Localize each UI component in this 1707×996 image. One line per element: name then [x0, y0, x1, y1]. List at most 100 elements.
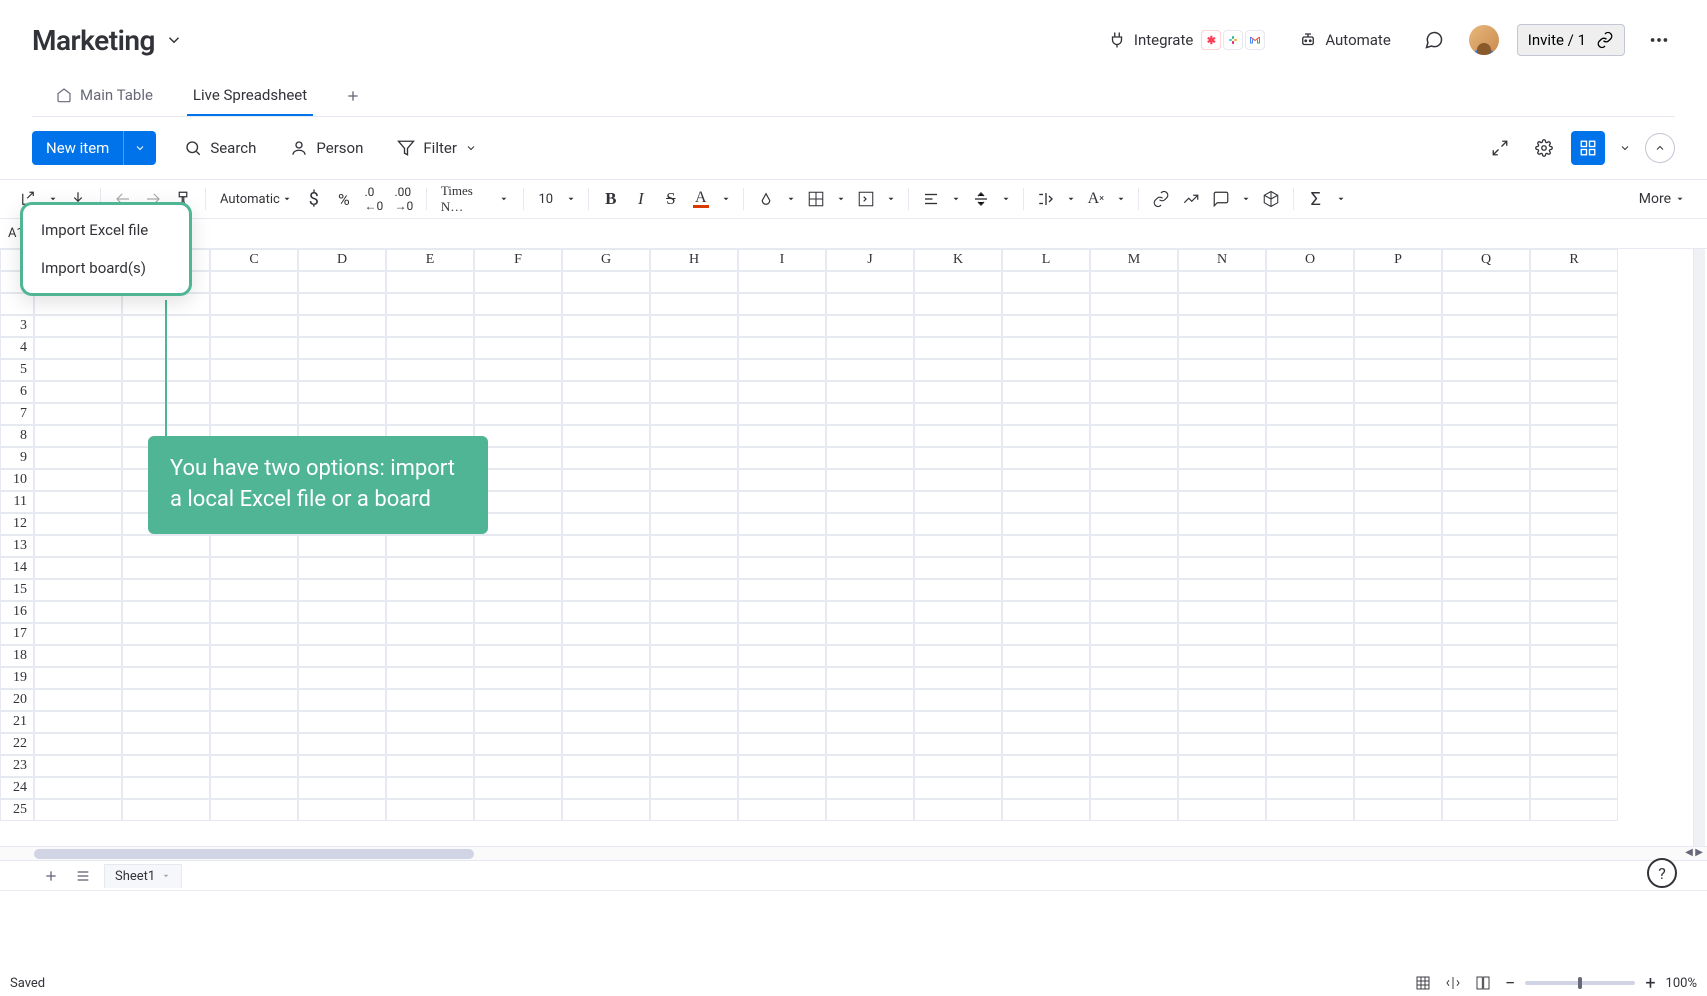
cell[interactable] [1266, 689, 1354, 711]
cell[interactable] [210, 403, 298, 425]
cell[interactable] [1442, 359, 1530, 381]
cell[interactable] [474, 337, 562, 359]
column-header[interactable]: N [1178, 249, 1266, 271]
cell[interactable] [562, 271, 650, 293]
cell[interactable] [298, 777, 386, 799]
cell[interactable] [1090, 271, 1178, 293]
cell[interactable] [1354, 337, 1442, 359]
cell[interactable] [738, 557, 826, 579]
cell[interactable] [1266, 623, 1354, 645]
cell[interactable] [1266, 425, 1354, 447]
board-title-chevron[interactable] [165, 31, 183, 49]
cell[interactable] [386, 733, 474, 755]
cell[interactable] [1002, 777, 1090, 799]
row-header[interactable]: 11 [0, 491, 34, 513]
cell[interactable] [562, 733, 650, 755]
cell[interactable] [1002, 469, 1090, 491]
cell[interactable] [738, 645, 826, 667]
cell[interactable] [122, 645, 210, 667]
cell[interactable] [386, 557, 474, 579]
cell[interactable] [474, 535, 562, 557]
cell[interactable] [650, 799, 738, 821]
merge-button[interactable] [852, 184, 880, 214]
cell[interactable] [298, 689, 386, 711]
zoom-out-button[interactable]: − [1505, 973, 1515, 994]
cell[interactable] [1266, 491, 1354, 513]
new-item-dropdown[interactable] [123, 131, 156, 165]
cell[interactable] [210, 271, 298, 293]
cell[interactable] [1178, 755, 1266, 777]
cell[interactable] [1354, 799, 1442, 821]
cell[interactable] [1442, 711, 1530, 733]
cell[interactable] [914, 799, 1002, 821]
column-header[interactable]: H [650, 249, 738, 271]
cell[interactable] [474, 359, 562, 381]
cell[interactable] [34, 601, 122, 623]
column-header[interactable]: O [1266, 249, 1354, 271]
cell[interactable] [474, 777, 562, 799]
cell[interactable] [1002, 557, 1090, 579]
row-header[interactable]: 22 [0, 733, 34, 755]
cell[interactable] [562, 469, 650, 491]
cell[interactable] [298, 359, 386, 381]
cell[interactable] [738, 315, 826, 337]
cell[interactable] [1354, 491, 1442, 513]
cell[interactable] [298, 601, 386, 623]
cell[interactable] [1090, 535, 1178, 557]
cell[interactable] [1266, 271, 1354, 293]
row-header[interactable]: 8 [0, 425, 34, 447]
all-sheets-button[interactable] [72, 865, 94, 887]
cell[interactable] [738, 623, 826, 645]
column-header[interactable]: D [298, 249, 386, 271]
cell[interactable] [1090, 513, 1178, 535]
cell[interactable] [650, 689, 738, 711]
cell[interactable] [298, 799, 386, 821]
cell[interactable] [1266, 359, 1354, 381]
font-family-select[interactable]: Times N… [435, 184, 515, 214]
board-title[interactable]: Marketing [32, 24, 155, 57]
cell[interactable] [1266, 513, 1354, 535]
cell[interactable] [1530, 535, 1618, 557]
chart-button[interactable] [1177, 184, 1205, 214]
cell[interactable] [1442, 381, 1530, 403]
cell[interactable] [474, 689, 562, 711]
cell[interactable] [650, 425, 738, 447]
cube-button[interactable] [1257, 184, 1285, 214]
cell[interactable] [386, 381, 474, 403]
cell[interactable] [1178, 381, 1266, 403]
cell[interactable] [474, 623, 562, 645]
cell[interactable] [34, 403, 122, 425]
cell[interactable] [562, 601, 650, 623]
cell[interactable] [562, 711, 650, 733]
cell[interactable] [1090, 315, 1178, 337]
cell[interactable] [1090, 799, 1178, 821]
cell[interactable] [1354, 601, 1442, 623]
cell[interactable] [1266, 667, 1354, 689]
cell[interactable] [1178, 513, 1266, 535]
cell[interactable] [738, 359, 826, 381]
row-header[interactable]: 9 [0, 447, 34, 469]
cell[interactable] [1266, 579, 1354, 601]
cell[interactable] [386, 579, 474, 601]
cell[interactable] [34, 799, 122, 821]
cell[interactable] [1002, 337, 1090, 359]
row-header[interactable]: 13 [0, 535, 34, 557]
row-header[interactable]: 25 [0, 799, 34, 821]
cell[interactable] [650, 557, 738, 579]
cell[interactable] [1354, 733, 1442, 755]
column-header[interactable]: P [1354, 249, 1442, 271]
cell[interactable] [738, 513, 826, 535]
cell[interactable] [1354, 535, 1442, 557]
cell[interactable] [1266, 403, 1354, 425]
cell[interactable] [562, 645, 650, 667]
italic-button[interactable]: I [627, 184, 655, 214]
cell[interactable] [1002, 799, 1090, 821]
cell[interactable] [650, 777, 738, 799]
cell[interactable] [122, 689, 210, 711]
cell[interactable] [826, 689, 914, 711]
cell[interactable] [298, 667, 386, 689]
text-color-caret[interactable] [717, 184, 735, 214]
cell[interactable] [1178, 425, 1266, 447]
cell[interactable] [122, 711, 210, 733]
clear-format-caret[interactable] [1112, 184, 1130, 214]
